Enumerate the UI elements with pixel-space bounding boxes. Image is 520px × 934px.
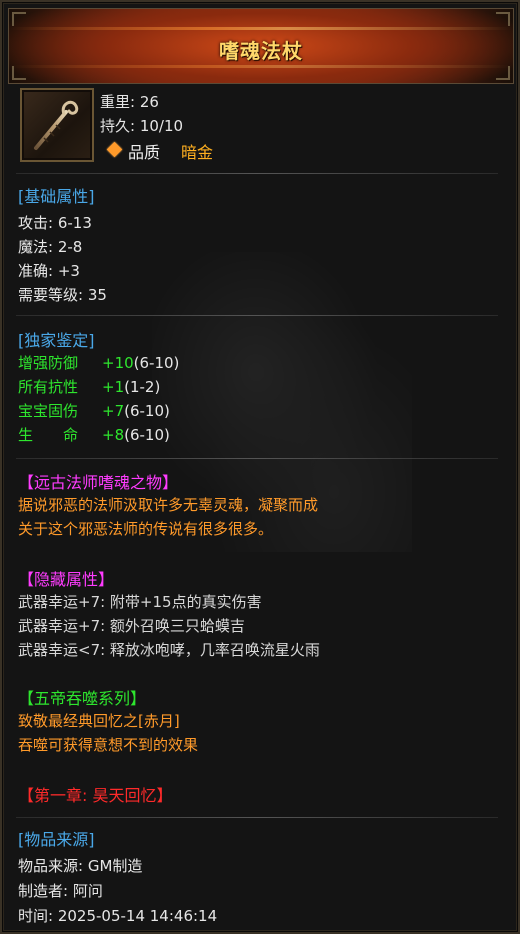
ident-value: +7 xyxy=(102,402,125,420)
ident-value: +10 xyxy=(102,354,134,372)
source-header: [物品来源] xyxy=(18,830,95,849)
lore-line: 据说邪恶的法师汲取许多无辜灵魂，凝聚而成 xyxy=(18,496,319,514)
base-attribute-line: 攻击: 6-13 xyxy=(18,214,92,232)
ident-range: (6-10) xyxy=(133,354,180,372)
hidden-attribute-line: 武器幸运<7: 释放冰咆哮，几率召唤流星火雨 xyxy=(18,641,320,659)
identification-row: 宝宝固伤 +7(6-10) xyxy=(18,400,170,421)
lore-header: 【远古法师嗜魂之物】 xyxy=(18,473,179,492)
ident-name: 所有抗性 xyxy=(18,378,79,396)
base-attributes-header: [基础属性] xyxy=(18,187,95,206)
durability-label: 持久: xyxy=(100,117,136,135)
identification-row: 增强防御 +10(6-10) xyxy=(18,352,179,373)
ident-range: (1-2) xyxy=(124,378,161,396)
hidden-attribute-line: 武器幸运+7: 附带+15点的真实伤害 xyxy=(18,593,262,611)
ident-value: +8 xyxy=(102,426,125,444)
divider xyxy=(16,817,498,818)
ident-name: 生 命 xyxy=(18,426,79,444)
ident-name: 宝宝固伤 xyxy=(18,402,79,420)
weight-stat: 重里: 26 xyxy=(100,91,159,112)
identification-row: 生 命 +8(6-10) xyxy=(18,424,170,445)
base-attribute-line: 准确: +3 xyxy=(18,262,80,280)
banner-corner xyxy=(496,12,510,26)
ident-range: (6-10) xyxy=(124,426,170,444)
weight-value: 26 xyxy=(139,93,159,111)
quality-value: 暗金 xyxy=(181,143,214,162)
timestamp-line: 时间: 2025-05-14 14:46:14 xyxy=(18,907,218,925)
series-line: 致敬最经典回忆之[赤月] xyxy=(18,712,180,730)
quality-label: 品质 xyxy=(128,143,161,162)
divider xyxy=(16,315,498,316)
banner-streak xyxy=(9,65,513,68)
hidden-attributes-header: 【隐藏属性】 xyxy=(18,570,115,589)
item-icon-slot xyxy=(20,88,94,162)
series-header: 【五帝吞噬系列】 xyxy=(18,689,147,708)
banner-corner xyxy=(496,66,510,80)
title-banner: 嗜魂法杖 xyxy=(8,8,514,84)
chapter-header: 【第一章: 昊天回忆】 xyxy=(18,786,173,805)
identification-header: [独家鉴定] xyxy=(18,331,95,350)
lore-line: 关于这个邪恶法师的传说有很多很多。 xyxy=(18,520,274,538)
durability-stat: 持久: 10/10 xyxy=(100,115,183,136)
ident-range: (6-10) xyxy=(124,402,170,420)
source-line: 物品来源: GM制造 xyxy=(18,857,143,875)
banner-corner xyxy=(12,66,26,80)
ident-name: 增强防御 xyxy=(18,354,79,372)
series-line: 吞噬可获得意想不到的效果 xyxy=(18,736,199,754)
divider xyxy=(16,458,498,459)
creator-line: 制造者: 阿问 xyxy=(18,882,103,900)
weight-label: 重里: xyxy=(100,93,136,111)
ident-value: +1 xyxy=(102,378,125,396)
quality-diamond-icon xyxy=(106,141,123,158)
banner-streak xyxy=(9,27,513,30)
item-tooltip: 嗜魂法杖 重里: 26 持久: 10/10 品质 暗金 [基础属性] 攻击: 6 xyxy=(0,0,520,934)
banner-corner xyxy=(12,12,26,26)
identification-row: 所有抗性 +1(1-2) xyxy=(18,376,160,397)
divider xyxy=(16,173,498,174)
staff-icon xyxy=(34,100,79,150)
base-attribute-line: 需要等级: 35 xyxy=(18,286,107,304)
durability-value: 10/10 xyxy=(139,117,184,135)
hidden-attribute-line: 武器幸运+7: 额外召唤三只蛤蟆吉 xyxy=(18,617,245,635)
base-attribute-line: 魔法: 2-8 xyxy=(18,238,83,256)
item-name: 嗜魂法杖 xyxy=(219,39,303,63)
